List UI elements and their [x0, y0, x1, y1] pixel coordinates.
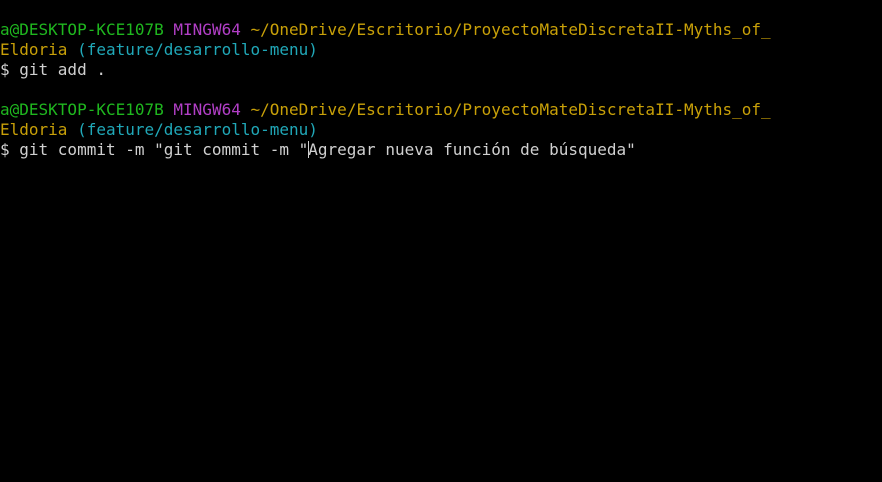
prompt-line-continued: Eldoria (feature/desarrollo-menu)	[0, 120, 882, 140]
command-text-after-cursor: Agregar nueva función de búsqueda"	[308, 140, 636, 159]
current-path: ~/OneDrive/Escritorio/ProyectoMateDiscre…	[250, 20, 771, 39]
user-host: a@DESKTOP-KCE107B	[0, 20, 164, 39]
current-path: ~/OneDrive/Escritorio/ProyectoMateDiscre…	[250, 100, 771, 119]
user-host: a@DESKTOP-KCE107B	[0, 100, 164, 119]
git-branch: (feature/desarrollo-menu)	[77, 120, 318, 139]
current-path-continued: Eldoria	[0, 40, 68, 59]
scrollbar[interactable]	[874, 0, 882, 482]
prompt-line: a@DESKTOP-KCE107B MINGW64 ~/OneDrive/Esc…	[0, 100, 882, 120]
env-name: MINGW64	[173, 100, 241, 119]
command-line: $ git add .	[0, 60, 106, 79]
prompt-line: a@DESKTOP-KCE107B MINGW64 ~/OneDrive/Esc…	[0, 20, 882, 40]
terminal-window[interactable]: a@DESKTOP-KCE107B MINGW64 ~/OneDrive/Esc…	[0, 0, 882, 482]
env-name: MINGW64	[173, 20, 241, 39]
command-text-before-cursor: $ git commit -m "git commit -m "	[0, 140, 309, 159]
prompt-line-continued: Eldoria (feature/desarrollo-menu)	[0, 40, 882, 60]
command-input-line[interactable]: $ git commit -m "git commit -m "Agregar …	[0, 140, 882, 160]
git-branch: (feature/desarrollo-menu)	[77, 40, 318, 59]
current-path-continued: Eldoria	[0, 120, 68, 139]
